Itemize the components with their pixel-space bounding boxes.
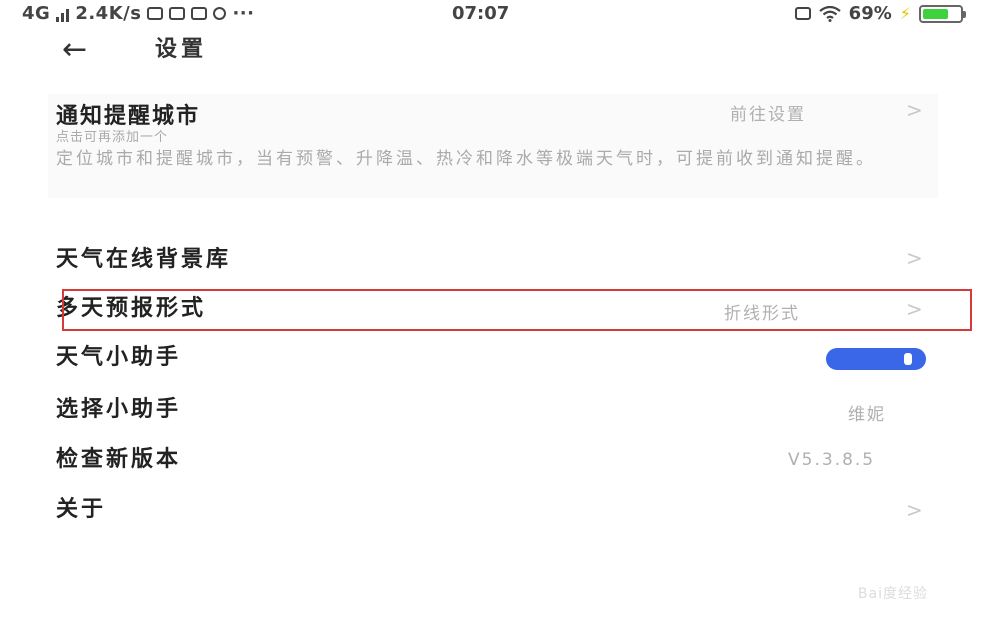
- row-value: 折线形式: [724, 304, 800, 324]
- chevron-right-icon: >: [906, 297, 923, 321]
- status-time: 07:07: [452, 3, 510, 24]
- notification-icon: [147, 7, 164, 20]
- row-value: 维妮: [848, 405, 886, 425]
- row-multi-day-forecast-style[interactable]: 多天预报形式 折线形式 >: [48, 287, 938, 333]
- row-weather-assistant: 天气小助手: [48, 336, 938, 382]
- back-arrow-icon[interactable]: ←: [62, 32, 87, 68]
- more-notifications: ···: [232, 3, 255, 24]
- signal-icon: [56, 6, 70, 22]
- chevron-right-icon: >: [906, 246, 923, 270]
- watermark-logo: Bai度经验: [857, 586, 928, 602]
- row-label: 多天预报形式: [56, 296, 207, 321]
- status-right: 69% ⚡: [794, 3, 966, 24]
- battery-icon: [919, 4, 966, 23]
- notify-description: 定位城市和提醒城市，当有预警、升降温、热冷和降水等极端天气时，可提前收到通知提醒…: [56, 149, 876, 169]
- row-label: 检查新版本: [56, 447, 182, 472]
- chevron-right-icon: >: [906, 98, 923, 122]
- message-icon: [169, 7, 186, 20]
- notify-go-settings[interactable]: 前往设置: [730, 100, 806, 125]
- app-icon: [213, 7, 227, 20]
- status-bar: 4G 2.4K/s ··· 07:07 69% ⚡: [0, 0, 985, 30]
- row-label: 关于: [56, 497, 107, 522]
- battery-percent: 69%: [848, 3, 892, 24]
- row-weather-background-library[interactable]: 天气在线背景库 >: [48, 238, 938, 284]
- notify-subtitle: 点击可再添加一个: [56, 130, 169, 145]
- network-speed: 2.4K/s: [75, 3, 142, 24]
- network-label: 4G: [22, 3, 51, 24]
- row-choose-assistant[interactable]: 选择小助手 维妮: [48, 388, 938, 434]
- row-label: 天气在线背景库: [56, 247, 232, 272]
- silent-icon: [794, 7, 811, 20]
- weather-assistant-toggle[interactable]: [826, 348, 926, 370]
- status-left: 4G 2.4K/s ···: [22, 3, 254, 24]
- toggle-knob: [904, 353, 912, 365]
- row-about[interactable]: 关于 >: [48, 488, 938, 534]
- page-title: 设置: [155, 37, 208, 62]
- wifi-icon: [818, 5, 841, 22]
- row-check-new-version[interactable]: 检查新版本 V5.3.8.5: [48, 438, 938, 484]
- version-value: V5.3.8.5: [788, 450, 876, 470]
- chevron-right-icon: >: [906, 498, 923, 522]
- row-label: 天气小助手: [56, 345, 182, 370]
- image-icon: [191, 7, 208, 20]
- notification-city-setting[interactable]: 通知提醒城市 点击可再添加一个 前往设置 > 定位城市和提醒城市，当有预警、升降…: [48, 94, 938, 198]
- charging-icon: ⚡: [899, 4, 911, 23]
- app-header: ← 设置: [0, 30, 985, 74]
- row-label: 选择小助手: [56, 397, 182, 422]
